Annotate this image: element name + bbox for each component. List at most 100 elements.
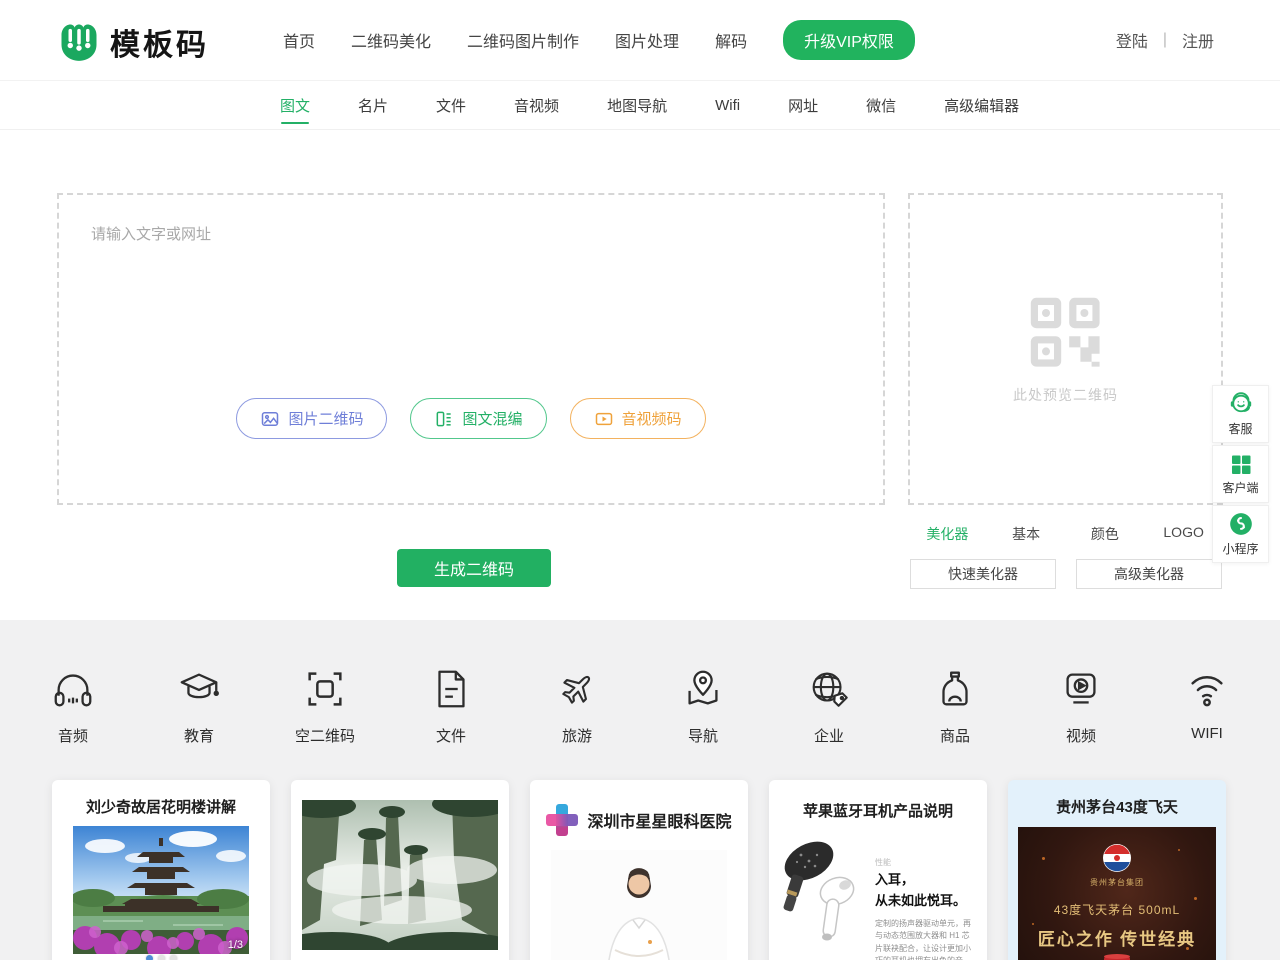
- subnav: 图文 名片 文件 音视频 地图导航 Wifi 网址 微信 高级编辑器: [0, 80, 1280, 130]
- globe-icon: [806, 666, 852, 712]
- miniprogram-label: 小程序: [1222, 540, 1258, 557]
- logo-text: 模板码: [110, 20, 209, 64]
- tab-wifi[interactable]: Wifi: [715, 81, 740, 129]
- advanced-beautifier-button[interactable]: 高级美化器: [1076, 559, 1222, 589]
- moutai-brand-text: 贵州茅台集团: [1090, 877, 1144, 888]
- quick-beautifier-button[interactable]: 快速美化器: [910, 559, 1056, 589]
- vip-upgrade-button[interactable]: 升级VIP权限: [783, 20, 915, 60]
- desktop-client-button[interactable]: 客户端: [1212, 445, 1269, 503]
- carousel-dot[interactable]: [170, 955, 177, 960]
- moutai-slogan: 匠心之作 传世经典: [1038, 925, 1196, 950]
- category-row: 音频 教育 空二维码: [24, 666, 1256, 746]
- floating-rail: 客服 客户端 小程序: [1212, 385, 1269, 565]
- product-icon: [932, 666, 978, 712]
- mixed-doc-icon: [434, 409, 454, 429]
- text-input-panel[interactable]: 图片二维码 图文混编 音视频码: [57, 193, 885, 505]
- templates-section: 音频 教育 空二维码: [0, 620, 1280, 960]
- template-card-moutai[interactable]: 贵州茅台43度飞天 贵州茅台集团: [1008, 780, 1226, 960]
- register-link[interactable]: 注册: [1182, 28, 1214, 52]
- tab-basic[interactable]: 基本: [987, 517, 1066, 551]
- login-link[interactable]: 登陆: [1116, 28, 1148, 52]
- tab-file[interactable]: 文件: [436, 81, 466, 129]
- template-card-huaminglou[interactable]: 刘少奇故居花明楼讲解: [52, 780, 270, 960]
- video-icon: [1058, 666, 1104, 712]
- beautifier-tabs: 美化器 基本 颜色 LOGO: [908, 517, 1223, 551]
- nav-image-process[interactable]: 图片处理: [615, 28, 679, 52]
- card-title: 苹果蓝牙耳机产品说明: [769, 800, 987, 821]
- category-wifi-label: WIFI: [1191, 725, 1223, 742]
- scenic-photo: [73, 826, 249, 954]
- category-audio-label: 音频: [58, 725, 88, 746]
- media-qr-button[interactable]: 音视频码: [570, 398, 706, 439]
- miniprogram-icon: [1228, 511, 1254, 537]
- tab-wechat[interactable]: 微信: [866, 81, 896, 129]
- image-icon: [260, 409, 280, 429]
- qr-preview-panel: 此处预览二维码: [908, 193, 1223, 505]
- graduation-icon: [176, 666, 222, 712]
- tab-beautifier[interactable]: 美化器: [908, 517, 987, 551]
- category-product[interactable]: 商品: [906, 666, 1004, 746]
- file-icon: [428, 666, 474, 712]
- category-audio[interactable]: 音频: [24, 666, 122, 746]
- copy-label: 性能: [875, 857, 975, 868]
- page: 模板码 首页 二维码美化 二维码图片制作 图片处理 解码 升级VIP权限 登陆 …: [0, 0, 1280, 960]
- nav-qr-beautify[interactable]: 二维码美化: [351, 28, 431, 52]
- logo[interactable]: 模板码: [58, 20, 209, 64]
- qr-placeholder-icon: [1026, 293, 1106, 373]
- category-education[interactable]: 教育: [150, 666, 248, 746]
- wifi-icon: [1184, 666, 1230, 712]
- template-card-eye-hospital[interactable]: 深圳市星星眼科医院: [530, 780, 748, 960]
- auth-links: 登陆 | 注册: [1116, 0, 1214, 80]
- template-card-airpods[interactable]: 苹果蓝牙耳机产品说明: [769, 780, 987, 960]
- category-wifi[interactable]: WIFI: [1158, 666, 1256, 746]
- desktop-client-label: 客户端: [1222, 479, 1258, 496]
- category-file[interactable]: 文件: [402, 666, 500, 746]
- category-video[interactable]: 视频: [1032, 666, 1130, 746]
- generate-button[interactable]: 生成二维码: [397, 549, 551, 587]
- template-card-zhangjiajie[interactable]: 张家界凤凰精选4日游: [291, 780, 509, 960]
- carousel-dot[interactable]: [146, 955, 153, 960]
- category-empty-qr-label: 空二维码: [295, 725, 355, 746]
- category-travel[interactable]: 旅游: [528, 666, 626, 746]
- tab-business-card[interactable]: 名片: [358, 81, 388, 129]
- nav-home[interactable]: 首页: [283, 28, 315, 52]
- hospital-header: 深圳市星星眼科医院: [530, 804, 748, 836]
- mixed-content-button[interactable]: 图文混编: [410, 398, 546, 439]
- category-empty-qr[interactable]: 空二维码: [276, 666, 374, 746]
- category-enterprise-label: 企业: [814, 725, 844, 746]
- nav-qr-image-make[interactable]: 二维码图片制作: [467, 28, 579, 52]
- plane-icon: [554, 666, 600, 712]
- logo-icon: [58, 21, 100, 63]
- moutai-product-line: 43度飞天茅台 500mL: [1054, 901, 1180, 918]
- card-title: 刘少奇故居花明楼讲解: [52, 796, 270, 817]
- tab-map-nav[interactable]: 地图导航: [607, 81, 667, 129]
- tab-url[interactable]: 网址: [788, 81, 818, 129]
- moutai-bottle: [1018, 954, 1216, 960]
- category-navigation[interactable]: 导航: [654, 666, 752, 746]
- content-input[interactable]: [59, 195, 883, 375]
- image-qr-label: 图片二维码: [288, 408, 363, 429]
- miniprogram-button[interactable]: 小程序: [1212, 505, 1269, 563]
- customer-service-button[interactable]: 客服: [1212, 385, 1269, 443]
- airpods-content: 性能 入耳， 从未如此悦耳。 定制的扬声器驱动单元，再与动态范围放大器和 H1 …: [769, 821, 987, 960]
- tab-advanced-editor[interactable]: 高级编辑器: [944, 81, 1019, 129]
- airpods-photo: [775, 831, 873, 956]
- beautifier-buttons: 快速美化器 高级美化器: [910, 559, 1222, 589]
- card-title: 贵州茅台43度飞天: [1008, 796, 1226, 817]
- category-video-label: 视频: [1066, 725, 1096, 746]
- doctor-photo: [551, 850, 727, 960]
- tab-text[interactable]: 图文: [280, 81, 310, 129]
- image-qr-button[interactable]: 图片二维码: [236, 398, 387, 439]
- insert-buttons-row: 图片二维码 图文混编 音视频码: [59, 398, 883, 439]
- tab-color[interactable]: 颜色: [1066, 517, 1145, 551]
- headphones-icon: [50, 666, 96, 712]
- category-file-label: 文件: [436, 725, 466, 746]
- customer-service-label: 客服: [1228, 420, 1252, 437]
- category-enterprise[interactable]: 企业: [780, 666, 878, 746]
- mixed-content-label: 图文混编: [462, 408, 522, 429]
- nav-decode[interactable]: 解码: [715, 28, 747, 52]
- carousel-dot[interactable]: [158, 955, 165, 960]
- carousel-dots: [73, 955, 249, 960]
- copy-body: 定制的扬声器驱动单元，再与动态范围放大器和 H1 芯片联袂配合，让设计更加小巧的…: [875, 918, 975, 960]
- tab-media[interactable]: 音视频: [514, 81, 559, 129]
